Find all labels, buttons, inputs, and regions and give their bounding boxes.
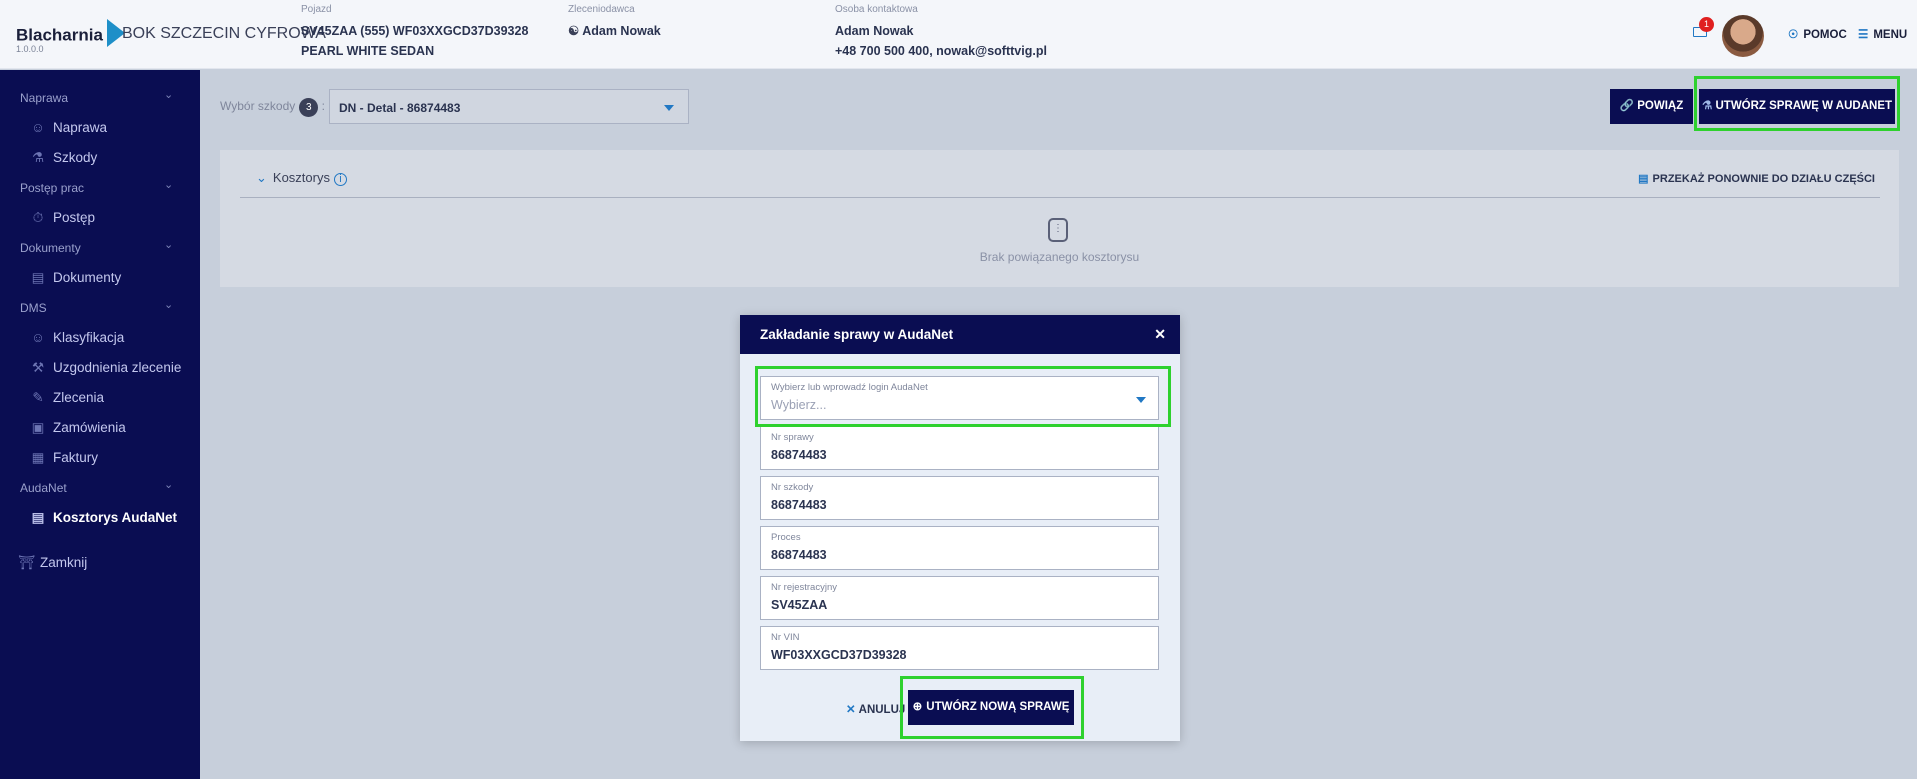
field-value: 86874483: [771, 448, 827, 462]
case-number-field[interactable]: Nr sprawy 86874483: [760, 426, 1159, 470]
contact-info: Osoba kontaktowa Adam Nowak +48 700 500 …: [835, 4, 1047, 61]
app-version: 1.0.0.0: [16, 44, 44, 54]
contact-details: +48 700 500 400, nowak@softtvig.pl: [835, 44, 1047, 58]
sidebar-section-audanet[interactable]: AudaNet ⌄: [20, 479, 173, 495]
highlight-login-select: [755, 366, 1171, 427]
field-value: WF03XXGCD37D39328: [771, 648, 907, 662]
cart-icon: ▣: [31, 420, 45, 435]
field-value: SV45ZAA: [771, 598, 828, 612]
field-label: Proces: [771, 532, 801, 543]
modal-title: Zakładanie sprawy w AudaNet: [760, 327, 954, 342]
field-label: Nr sprawy: [771, 432, 814, 443]
empty-kosztorys-text: Brak powiązanego kosztorysu: [979, 250, 1140, 264]
notification-badge: 1: [1699, 17, 1714, 32]
vin-field[interactable]: Nr VIN WF03XXGCD37D39328: [760, 626, 1159, 670]
document-icon: ▤: [31, 270, 45, 285]
chevron-down-icon: ⌄: [164, 299, 174, 311]
sidebar-item-szkody[interactable]: ⚗ Szkody: [31, 150, 97, 166]
kosztorys-title[interactable]: ⌄ Kosztorys i: [256, 170, 347, 186]
modal-header: Zakładanie sprawy w AudaNet ✕: [740, 315, 1180, 354]
sidebar: Naprawa ⌄ ☺ Naprawa ⚗ Szkody Postęp prac ⌄ ⏱…: [0, 70, 200, 779]
invoice-icon: ▦: [31, 450, 45, 465]
chevron-down-icon: ⌄: [164, 89, 174, 101]
traffic-light-icon: ⋮: [1048, 218, 1068, 242]
caret-down-icon: [664, 105, 674, 111]
top-bar: Blacharnia 1.0.0.0 BOK SZCZECIN CYFROWA …: [0, 0, 1917, 69]
app-name: Blacharnia: [16, 25, 103, 45]
document-icon: ▤: [31, 510, 45, 525]
building-icon: ⛩: [18, 555, 36, 570]
tools-icon: ⚒: [31, 360, 45, 375]
person-icon: ☯: [568, 24, 580, 38]
contact-label: Osoba kontaktowa: [835, 4, 918, 15]
client-value: ☯ Adam Nowak: [568, 24, 661, 38]
location-name: BOK SZCZECIN CYFROWA: [122, 25, 326, 42]
damage-selector-label: Wybór szkody 3 :: [220, 98, 325, 117]
link-button[interactable]: 🔗 POWIĄZ: [1610, 89, 1693, 124]
sidebar-item-postep[interactable]: ⏱ Postęp: [31, 210, 95, 226]
sidebar-item-faktury[interactable]: ▦ Faktury: [31, 450, 98, 466]
field-label: Nr szkody: [771, 482, 814, 493]
client-label: Zleceniodawca: [568, 4, 635, 15]
sidebar-item-naprawa[interactable]: ☺ Naprawa: [31, 120, 107, 135]
cancel-button[interactable]: ✕ ANULUJ: [846, 702, 905, 716]
user-icon: ☺: [31, 330, 45, 345]
close-icon[interactable]: ✕: [1154, 326, 1166, 343]
vehicle-line1: SV45ZAA (555) WF03XXGCD37D39328: [301, 24, 529, 38]
sidebar-section-postep[interactable]: Postęp prac ⌄: [20, 179, 173, 195]
hamburger-icon: ☰: [1858, 29, 1869, 41]
timer-icon: ⏱: [32, 210, 44, 225]
damage-select[interactable]: DN - Detal - 86874483: [329, 89, 689, 124]
field-label: Nr rejestracyjny: [771, 582, 837, 593]
help-link[interactable]: ☉ POMOC: [1788, 27, 1847, 41]
sidebar-item-zlecenia[interactable]: ✎ Zlecenia: [31, 390, 104, 406]
damage-number-field[interactable]: Nr szkody 86874483: [760, 476, 1159, 520]
highlight-create-audanet: [1694, 76, 1900, 131]
link-icon: 🔗: [1619, 100, 1635, 112]
field-value: 86874483: [771, 498, 827, 512]
field-value: 86874483: [771, 548, 827, 562]
field-label: Nr VIN: [771, 632, 800, 643]
vehicle-line2: PEARL WHITE SEDAN: [301, 44, 435, 58]
chevron-down-icon: ⌄: [256, 170, 267, 185]
user-icon: ☺: [31, 120, 45, 135]
sidebar-section-dms[interactable]: DMS ⌄: [20, 299, 173, 315]
avatar[interactable]: [1722, 15, 1764, 57]
info-icon: i: [333, 173, 347, 186]
sidebar-close[interactable]: ⛩ Zamknij: [18, 555, 87, 571]
car-damage-icon: ⚗: [31, 150, 45, 165]
globe-icon: ☉: [1788, 29, 1799, 41]
vehicle-label: Pojazd: [301, 4, 332, 15]
sidebar-item-klasyfikacja[interactable]: ☺ Klasyfikacja: [31, 330, 124, 345]
app-logo[interactable]: Blacharnia 1.0.0.0: [16, 19, 131, 54]
process-field[interactable]: Proces 86874483: [760, 526, 1159, 570]
contact-name: Adam Nowak: [835, 24, 914, 38]
sidebar-item-zamowienia[interactable]: ▣ Zamówienia: [31, 420, 126, 436]
sidebar-item-kosztorys-audanet[interactable]: ▤ Kosztorys AudaNet: [31, 510, 177, 526]
sidebar-item-dokumenty[interactable]: ▤ Dokumenty: [31, 270, 122, 286]
briefcase-icon: ▤: [1638, 173, 1649, 185]
client-info: Zleceniodawca ☯ Adam Nowak: [568, 4, 661, 41]
damage-count-badge: 3: [299, 98, 319, 117]
close-icon: ✕: [846, 704, 856, 716]
sidebar-item-uzgodnienia[interactable]: ⚒ Uzgodnienia zlecenie: [31, 360, 181, 376]
chevron-down-icon: ⌄: [164, 179, 174, 191]
chevron-down-icon: ⌄: [164, 239, 174, 251]
registration-field[interactable]: Nr rejestracyjny SV45ZAA: [760, 576, 1159, 620]
divider: [240, 197, 1880, 198]
highlight-create-new-case: [900, 676, 1084, 739]
sidebar-section-naprawa[interactable]: Naprawa ⌄: [20, 89, 173, 105]
chevron-down-icon: ⌄: [164, 479, 174, 491]
edit-icon: ✎: [32, 390, 44, 405]
vehicle-info: Pojazd SV45ZAA (555) WF03XXGCD37D39328 P…: [301, 4, 528, 61]
menu-button[interactable]: ☰ MENU: [1858, 27, 1907, 41]
sidebar-section-dokumenty[interactable]: Dokumenty ⌄: [20, 239, 173, 255]
resend-parts-button[interactable]: ▤ PRZEKAŻ PONOWNIE DO DZIAŁU CZĘŚCI: [1638, 172, 1875, 185]
kosztorys-panel: ⌄ Kosztorys i ▤ PRZEKAŻ PONOWNIE DO DZIAŁU …: [220, 150, 1899, 287]
